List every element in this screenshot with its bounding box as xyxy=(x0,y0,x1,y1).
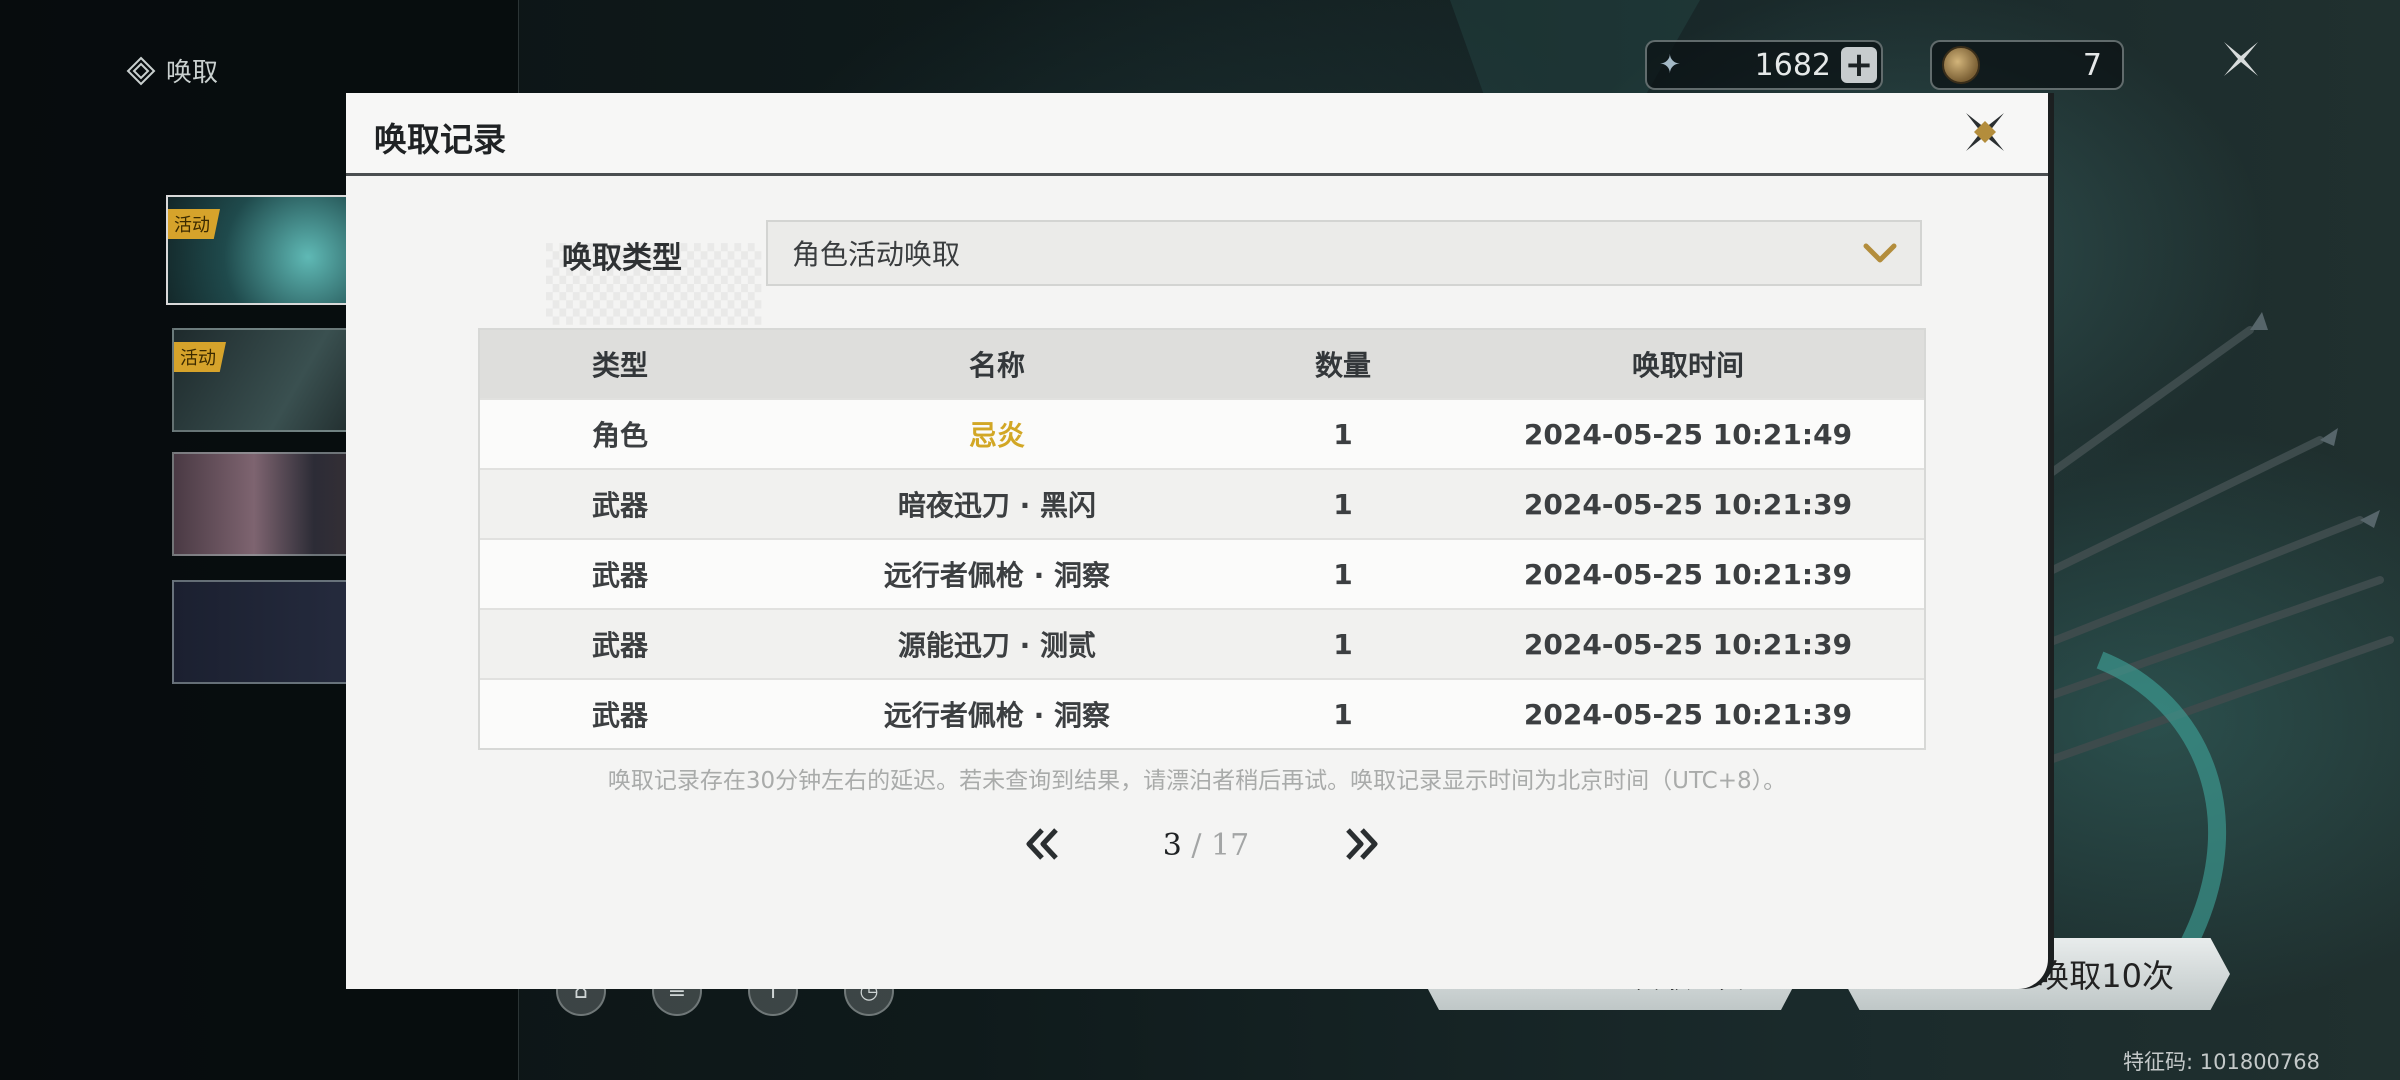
cell-time: 2024-05-25 10:21:39 xyxy=(1523,697,1853,731)
cell-time: 2024-05-25 10:21:39 xyxy=(1523,487,1853,521)
pagination: 3 / 17 xyxy=(346,820,2048,880)
history-table: 类型 名称 数量 唤取时间 角色 忌炎 1 2024-05-25 10:21:4… xyxy=(478,328,1926,750)
column-header-quantity: 数量 xyxy=(1314,349,1371,382)
banner-card-1[interactable]: 活动 xyxy=(166,195,370,305)
total-pages: 17 xyxy=(1211,828,1250,863)
resource-coins: 7 xyxy=(1930,40,2124,90)
modal-header: 唤取记录 xyxy=(346,93,2048,176)
cell-name: 远行者佩枪 · 洞察 xyxy=(883,559,1111,592)
close-icon[interactable] xyxy=(2216,34,2266,84)
cell-type: 武器 xyxy=(591,629,648,662)
next-page-icon[interactable] xyxy=(1340,822,1384,866)
cell-quantity: 1 xyxy=(1333,627,1353,661)
feature-code: 特征码: 101800768 xyxy=(2123,1050,2320,1074)
modal-title: 唤取记录 xyxy=(374,120,506,159)
cell-type: 武器 xyxy=(591,699,648,732)
modal-close-icon[interactable] xyxy=(1960,107,2010,157)
cell-name: 忌炎 xyxy=(968,419,1025,452)
cell-type: 角色 xyxy=(591,419,648,452)
page-nav-title: 唤取 xyxy=(126,52,218,89)
convene-icon xyxy=(126,56,156,85)
table-row: 武器 远行者佩枪 · 洞察 1 2024-05-25 10:21:39 xyxy=(480,678,1924,748)
delay-note: 唤取记录存在30分钟左右的延迟。若未查询到结果，请漂泊者稍后再试。唤取记录显示时… xyxy=(607,768,1787,794)
chevron-down-icon xyxy=(1863,243,1897,263)
previous-page-icon[interactable] xyxy=(1020,822,1064,866)
cell-quantity: 1 xyxy=(1333,697,1353,731)
event-tag: 活动 xyxy=(168,209,220,239)
convene-type-label: 唤取类型 xyxy=(562,241,682,276)
convene-history-modal: 唤取记录 ▒▒▒▒ 唤取类型 角色活动唤取 类型 名称 数量 唤取时间 角色 忌… xyxy=(346,93,2048,989)
table-header: 类型 名称 数量 唤取时间 xyxy=(480,330,1924,398)
table-row: 角色 忌炎 1 2024-05-25 10:21:49 xyxy=(480,398,1924,468)
cell-quantity: 1 xyxy=(1333,487,1353,521)
convene-ten-label: 唤取10次 xyxy=(2037,957,2174,995)
cell-quantity: 1 xyxy=(1333,417,1353,451)
resource-value: 7 xyxy=(2082,47,2102,83)
page-separator: / xyxy=(1181,828,1212,863)
table-row: 武器 远行者佩枪 · 洞察 1 2024-05-25 10:21:39 xyxy=(480,538,1924,608)
convene-type-dropdown[interactable]: 角色活动唤取 xyxy=(766,220,1922,286)
cell-type: 武器 xyxy=(591,559,648,592)
coin-icon xyxy=(1942,46,1980,84)
table-row: 武器 暗夜迅刀 · 黑闪 1 2024-05-25 10:21:39 xyxy=(480,468,1924,538)
cell-time: 2024-05-25 10:21:39 xyxy=(1523,557,1853,591)
cell-name: 源能迅刀 · 测贰 xyxy=(897,629,1097,662)
cell-quantity: 1 xyxy=(1333,557,1353,591)
column-header-name: 名称 xyxy=(968,349,1025,382)
cell-name: 远行者佩枪 · 洞察 xyxy=(883,699,1111,732)
cell-time: 2024-05-25 10:21:49 xyxy=(1523,417,1853,451)
nav-title-label: 唤取 xyxy=(166,58,219,88)
current-page: 3 xyxy=(1162,828,1182,863)
column-header-time: 唤取时间 xyxy=(1631,349,1744,382)
convene-type-value: 角色活动唤取 xyxy=(792,238,961,271)
page-indicator: 3 / 17 xyxy=(1126,828,1286,863)
star-fragment-icon: ✦ xyxy=(1659,50,1681,80)
event-tag: 活动 xyxy=(174,342,226,372)
cell-type: 武器 xyxy=(591,489,648,522)
resource-value: 1682 xyxy=(1754,47,1831,83)
add-resource-button[interactable]: + xyxy=(1841,45,1877,85)
cell-time: 2024-05-25 10:21:39 xyxy=(1523,627,1853,661)
table-row: 武器 源能迅刀 · 测贰 1 2024-05-25 10:21:39 xyxy=(480,608,1924,678)
cell-name: 暗夜迅刀 · 黑闪 xyxy=(897,489,1097,522)
resource-star-fragments: ✦ 1682 + xyxy=(1645,40,1883,90)
column-header-type: 类型 xyxy=(591,349,648,382)
